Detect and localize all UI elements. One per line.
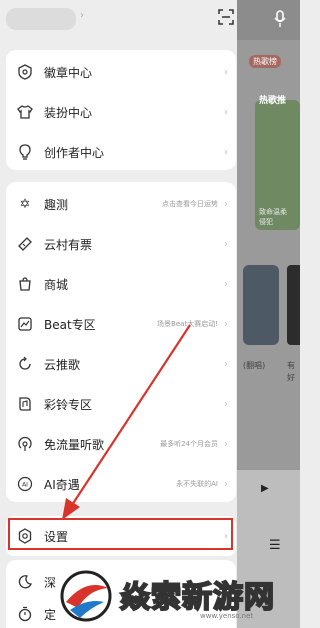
annotation-arrow <box>62 324 191 520</box>
watermark-logo-icon <box>60 570 112 622</box>
watermark-url: www.yenso.net <box>200 612 254 620</box>
watermark: 焱索新游网 www.yenso.net <box>50 560 300 628</box>
watermark-text: 焱索新游网 <box>119 579 275 616</box>
